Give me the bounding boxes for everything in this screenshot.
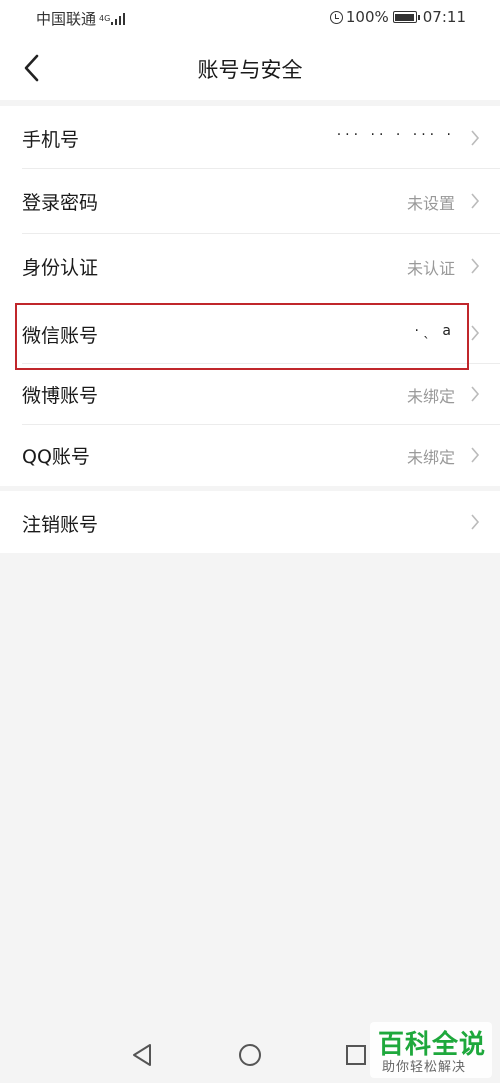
- row-label: 手机号: [22, 129, 80, 151]
- chevron-right-icon: [471, 258, 480, 274]
- row-phone-number[interactable]: 手机号 ··· ·· · ··· ·: [0, 106, 500, 169]
- chevron-right-icon: [471, 386, 480, 402]
- row-delete-account[interactable]: 注销账号: [0, 491, 500, 553]
- row-qq-account[interactable]: QQ账号 未绑定: [0, 425, 500, 486]
- circle-home-icon: [239, 1044, 261, 1066]
- chevron-right-icon: [471, 447, 480, 463]
- carrier-name: 中国联通: [36, 10, 97, 28]
- wechat-account-value: ·ˎ a: [414, 323, 455, 339]
- row-identity-verification[interactable]: 身份认证 未认证: [0, 234, 500, 298]
- status-right: 100% 07:11: [329, 8, 466, 26]
- row-weibo-account[interactable]: 微博账号 未绑定: [0, 364, 500, 424]
- nav-recents-button[interactable]: [341, 1040, 371, 1070]
- row-label: 登录密码: [22, 192, 99, 214]
- weibo-status: 未绑定: [406, 387, 455, 406]
- identity-status: 未认证: [406, 259, 455, 278]
- triangle-back-icon: [133, 1044, 151, 1066]
- watermark-logo: 百科全说 助你轻松解决: [370, 1022, 492, 1078]
- row-label: 身份认证: [22, 257, 99, 279]
- network-type: 4G: [99, 13, 111, 23]
- clock-time: 07:11: [422, 8, 466, 26]
- nav-back-button[interactable]: [128, 1040, 158, 1070]
- row-login-password[interactable]: 登录密码 未设置: [0, 169, 500, 233]
- status-left: 中国联通 4G: [36, 8, 126, 29]
- battery-percent: 100%: [345, 8, 389, 26]
- password-status: 未设置: [406, 194, 455, 213]
- signal-icon: [111, 12, 126, 25]
- row-label: 注销账号: [22, 514, 99, 536]
- nav-home-button[interactable]: [235, 1040, 265, 1070]
- chevron-right-icon: [471, 514, 480, 530]
- watermark-subtitle: 助你轻松解决: [382, 1060, 467, 1075]
- row-label: 微信账号: [22, 325, 99, 347]
- qq-status: 未绑定: [406, 448, 455, 467]
- row-label: 微博账号: [22, 385, 99, 407]
- page-title: 账号与安全: [197, 58, 303, 82]
- row-label: QQ账号: [22, 446, 90, 468]
- square-recents-icon: [346, 1045, 366, 1065]
- alarm-icon: [329, 10, 343, 24]
- battery-icon: [392, 11, 420, 23]
- chevron-right-icon: [471, 193, 480, 209]
- chevron-right-icon: [471, 130, 480, 146]
- row-wechat-account[interactable]: 微信账号 ·ˎ a: [0, 303, 500, 364]
- status-bar: 中国联通 4G 100% 07:11: [0, 0, 500, 36]
- header-bar: 账号与安全: [0, 36, 500, 100]
- chevron-right-icon: [471, 325, 480, 341]
- phone-number-value: ··· ·· · ··· ·: [336, 127, 455, 143]
